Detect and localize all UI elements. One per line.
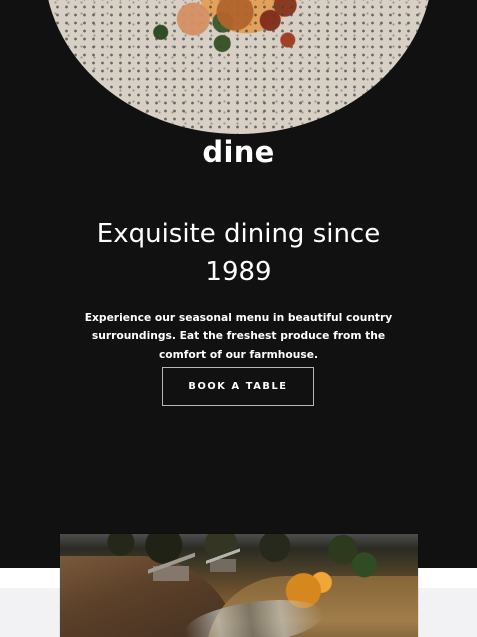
- brand-logo[interactable]: dine: [0, 131, 477, 173]
- restaurant-home-page: dine Exquisite dining since 1989 Experie…: [0, 0, 477, 637]
- book-table-button[interactable]: BOOK A TABLE: [162, 367, 314, 406]
- hero-section: dine Exquisite dining since 1989 Experie…: [0, 0, 477, 568]
- farmhouse-landscape-image: [60, 534, 418, 637]
- hero-headline: Exquisite dining since 1989: [96, 219, 381, 288]
- food-dish-image: [44, 0, 433, 134]
- hero-description: Experience our seasonal menu in beautifu…: [84, 310, 393, 361]
